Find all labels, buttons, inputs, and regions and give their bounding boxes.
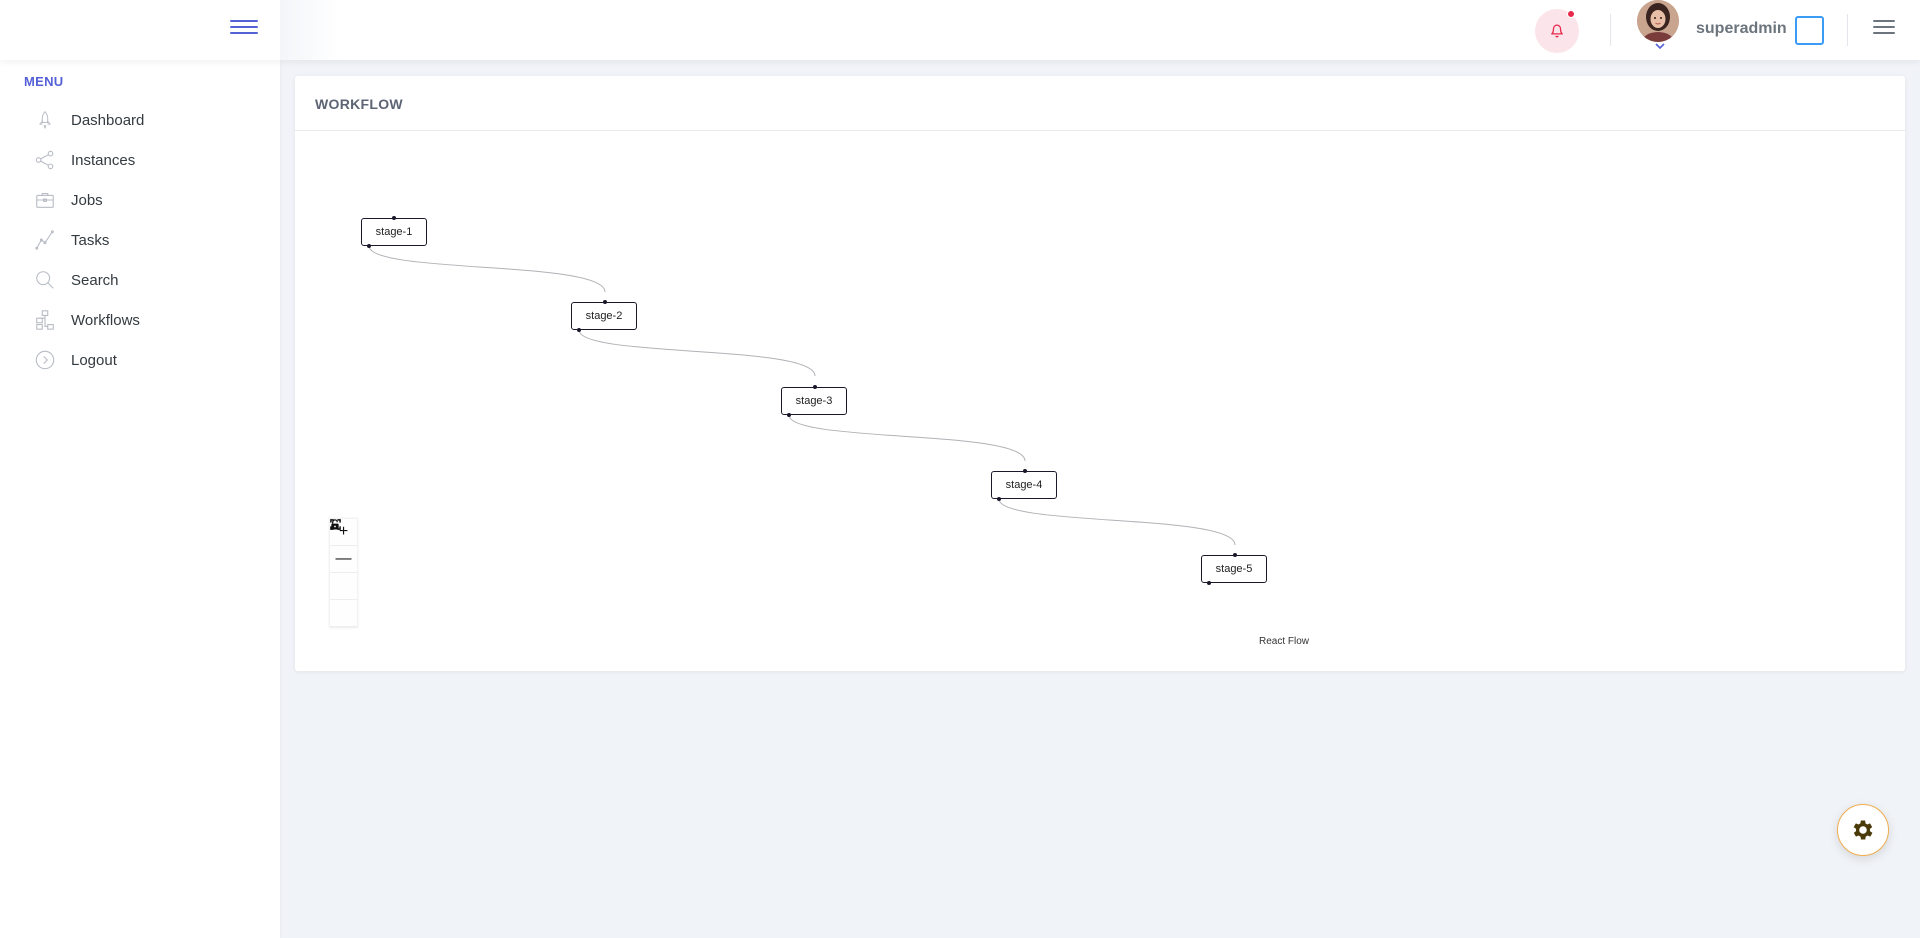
arrow-circle-icon [34, 349, 56, 371]
search-icon [34, 269, 56, 291]
node-handle[interactable] [1023, 469, 1027, 473]
settings-button[interactable] [1837, 804, 1889, 856]
node-handle[interactable] [392, 216, 396, 220]
hamburger-line [1873, 32, 1895, 34]
flow-node-stage-2[interactable]: stage-2 [571, 302, 637, 330]
sidebar-item-dashboard[interactable]: Dashboard [0, 100, 280, 140]
sidebar-item-workflows[interactable]: Workflows [0, 300, 280, 340]
fit-view-button[interactable] [330, 519, 357, 600]
sidebar-menu: Dashboard Instances Jobs Tasks Search Wo… [0, 100, 280, 380]
edge-stage-1-stage-2 [368, 245, 606, 293]
briefcase-icon [34, 189, 56, 211]
rocket-icon [34, 109, 56, 131]
edge-stage-3-stage-4 [788, 414, 1026, 462]
gear-icon [1853, 820, 1873, 840]
hamburger-line [230, 32, 258, 34]
node-handle[interactable] [1207, 581, 1211, 585]
notifications-button[interactable] [1535, 9, 1579, 53]
sidebar-toggle-button[interactable] [230, 18, 258, 40]
menu-title: MENU [24, 74, 64, 89]
sidebar-item-search[interactable]: Search [0, 260, 280, 300]
avatar[interactable] [1637, 0, 1679, 42]
workflow-edges [368, 245, 1236, 546]
node-handle[interactable] [603, 300, 607, 304]
sidebar-item-label: Instances [71, 151, 136, 169]
node-handle[interactable] [813, 385, 817, 389]
header-separator [1610, 14, 1611, 46]
sidebar: MENU Dashboard Instances Jobs Tasks Sear… [0, 60, 280, 938]
sidebar-item-label: Jobs [71, 191, 103, 209]
sidebar-item-label: Tasks [71, 231, 110, 249]
node-handle[interactable] [1233, 553, 1237, 557]
line-chart-icon [34, 229, 56, 251]
hamburger-line [230, 26, 258, 28]
hamburger-line [1873, 20, 1895, 22]
sidebar-item-label: Workflows [71, 311, 140, 329]
sidebar-item-label: Dashboard [71, 111, 145, 129]
sidebar-item-tasks[interactable]: Tasks [0, 220, 280, 260]
header-separator [1847, 14, 1848, 46]
flow-node-stage-3[interactable]: stage-3 [781, 387, 847, 415]
workflow-canvas[interactable]: stage-1 stage-2 stage-3 stage-4 stage-5 … [295, 132, 1905, 671]
flow-controls: + — [330, 519, 357, 627]
react-flow-attribution[interactable]: React Flow [1259, 636, 1309, 647]
sidebar-item-label: Search [71, 271, 119, 289]
edge-stage-2-stage-3 [578, 329, 816, 377]
notification-dot [1567, 10, 1575, 18]
edge-stage-4-stage-5 [998, 498, 1236, 546]
share-icon [34, 149, 56, 171]
node-handle[interactable] [367, 244, 371, 248]
bell-icon [1551, 24, 1563, 38]
workflow-card: WORKFLOW stage-1 stage-2 stage-3 stage-4… [295, 76, 1905, 671]
flow-node-stage-1[interactable]: stage-1 [361, 218, 427, 246]
header-divider-shade [280, 0, 340, 60]
hamburger-line [230, 20, 258, 22]
node-handle[interactable] [787, 413, 791, 417]
sidebar-item-label: Logout [71, 351, 117, 369]
flow-node-stage-5[interactable]: stage-5 [1201, 555, 1267, 583]
hamburger-line [1873, 26, 1895, 28]
user-menu-box[interactable] [1795, 16, 1824, 45]
lock-icon [331, 519, 339, 530]
lock-button[interactable] [330, 519, 357, 627]
chevron-down-icon[interactable] [1655, 42, 1665, 53]
node-handle[interactable] [577, 328, 581, 332]
sidebar-item-logout[interactable]: Logout [0, 340, 280, 380]
right-menu-button[interactable] [1873, 20, 1895, 38]
avatar-image [1637, 0, 1679, 42]
card-header: WORKFLOW [295, 76, 1905, 131]
top-header: superadmin [0, 0, 1920, 60]
sidebar-item-instances[interactable]: Instances [0, 140, 280, 180]
zoom-out-button[interactable]: — [330, 546, 357, 573]
username-label[interactable]: superadmin [1696, 20, 1787, 38]
sidebar-item-jobs[interactable]: Jobs [0, 180, 280, 220]
hierarchy-icon [34, 309, 56, 331]
flow-node-stage-4[interactable]: stage-4 [991, 471, 1057, 499]
page-title: WORKFLOW [315, 96, 403, 112]
node-handle[interactable] [997, 497, 1001, 501]
